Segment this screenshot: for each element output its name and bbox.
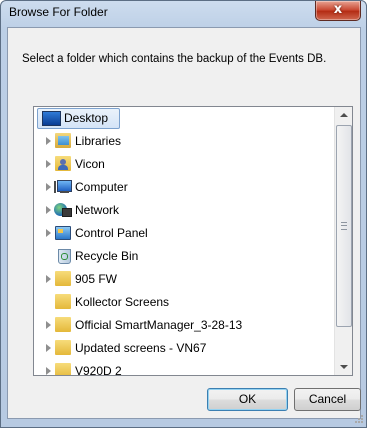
folder-icon: [55, 271, 71, 286]
expand-arrow-icon[interactable]: [46, 367, 51, 375]
expand-arrow-icon[interactable]: [46, 321, 51, 329]
tree-item-label: 905 FW: [75, 272, 118, 286]
network-icon: [54, 202, 72, 217]
expand-arrow-icon[interactable]: [46, 160, 51, 168]
tree-item-label: Vicon: [75, 157, 105, 171]
folder-icon: [55, 340, 71, 355]
tree-item-libraries[interactable]: Libraries: [34, 131, 330, 151]
vertical-scrollbar[interactable]: [334, 107, 352, 375]
tree-item-control-panel[interactable]: Control Panel: [34, 223, 330, 243]
scroll-down-button[interactable]: [335, 358, 352, 375]
tree-item-kollector-screens[interactable]: Kollector Screens: [34, 292, 330, 312]
window-title: Browse For Folder: [9, 5, 108, 19]
arrow-down-icon: [340, 365, 348, 369]
tree-item-desktop[interactable]: Desktop: [34, 108, 330, 128]
close-button[interactable]: x: [315, 1, 361, 21]
tree-item-v920d-2[interactable]: V920D 2: [34, 361, 330, 376]
tree-item-recycle-bin[interactable]: Recycle Bin: [34, 246, 330, 266]
expand-arrow-icon[interactable]: [46, 275, 51, 283]
tree-item-official-smartmanager[interactable]: Official SmartManager_3-28-13: [34, 315, 330, 335]
folder-tree[interactable]: Desktop Libraries Vicon Computer Network…: [33, 106, 353, 376]
tree-item-network[interactable]: Network: [34, 200, 330, 220]
user-folder-icon: [55, 156, 71, 171]
cancel-button[interactable]: Cancel: [294, 388, 361, 411]
tree-item-label: V920D 2: [75, 364, 122, 376]
control-panel-icon: [54, 225, 71, 240]
expand-arrow-icon[interactable]: [46, 344, 51, 352]
tree-item-label: Official SmartManager_3-28-13: [75, 318, 243, 332]
tree-item-label: Desktop: [64, 111, 109, 125]
folder-icon: [55, 317, 71, 332]
expand-arrow-icon[interactable]: [46, 229, 51, 237]
expand-arrow-icon[interactable]: [46, 137, 51, 145]
title-bar[interactable]: Browse For Folder x: [1, 1, 366, 25]
tree-item-updated-screens[interactable]: Updated screens - VN67: [34, 338, 330, 358]
close-icon: x: [333, 2, 343, 17]
scroll-up-button[interactable]: [335, 107, 352, 124]
grip-icon: [341, 222, 347, 230]
tree-item-label: Libraries: [75, 134, 122, 148]
tree-item-label: Control Panel: [75, 226, 148, 240]
ok-button[interactable]: OK: [207, 388, 288, 411]
tree-item-label: Recycle Bin: [75, 249, 139, 263]
tree-item-label: Updated screens - VN67: [75, 341, 207, 355]
tree-item-vicon[interactable]: Vicon: [34, 154, 330, 174]
resize-grip-icon[interactable]: [354, 414, 364, 424]
scroll-thumb[interactable]: [336, 125, 352, 327]
expand-arrow-icon[interactable]: [46, 183, 51, 191]
tree-item-905-fw[interactable]: 905 FW: [34, 269, 330, 289]
folder-icon: [55, 294, 71, 309]
tree-item-label: Kollector Screens: [75, 295, 170, 309]
tree-item-label: Computer: [75, 180, 128, 194]
computer-icon: [54, 179, 72, 194]
expand-arrow-icon[interactable]: [46, 206, 51, 214]
tree-item-label: Network: [75, 203, 120, 217]
libraries-icon: [55, 133, 71, 148]
arrow-up-icon: [340, 113, 348, 117]
instruction-text: Select a folder which contains the backu…: [22, 53, 327, 65]
recycle-bin-icon: [56, 248, 72, 264]
desktop-icon: [42, 111, 61, 126]
tree-item-computer[interactable]: Computer: [34, 177, 330, 197]
folder-icon: [55, 363, 71, 375]
